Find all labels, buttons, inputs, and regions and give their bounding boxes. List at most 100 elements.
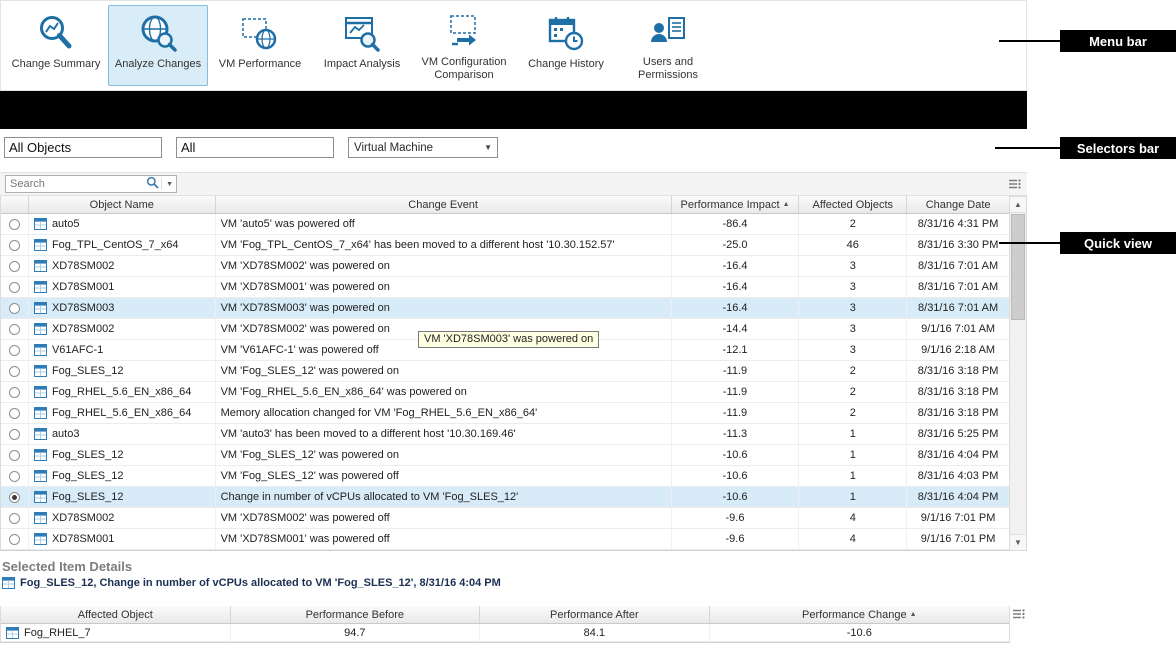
affected-object-text: Fog_RHEL_7 — [24, 627, 91, 639]
row-radio[interactable] — [9, 408, 20, 419]
annotation-line-menu-bar — [999, 40, 1060, 42]
scroll-up-icon[interactable]: ▲ — [1010, 197, 1026, 213]
menu-item-label: VM Configuration Comparison — [417, 56, 511, 84]
row-radio[interactable] — [9, 261, 20, 272]
search-box: ▼ — [5, 175, 177, 193]
row-radio[interactable] — [9, 345, 20, 356]
column-header-change-date[interactable]: Change Date — [907, 196, 1009, 213]
change-event-text: Change in number of vCPUs allocated to V… — [216, 487, 672, 507]
menu-item-vm-configuration-comparison[interactable]: VM Configuration Comparison — [414, 5, 514, 86]
change-event-text: VM 'XD78SM002' was powered on — [216, 256, 672, 276]
row-radio[interactable] — [9, 471, 20, 482]
affected-objects-text: 2 — [799, 214, 907, 234]
row-radio[interactable] — [9, 282, 20, 293]
table-row[interactable]: Fog_RHEL_5.6_EN_x86_64 Memory allocation… — [1, 403, 1009, 424]
menu-item-users-and-permissions[interactable]: Users and Permissions — [618, 5, 718, 86]
scroll-down-icon[interactable]: ▼ — [1010, 534, 1026, 550]
table-row[interactable]: Fog_RHEL_5.6_EN_x86_64 VM 'Fog_RHEL_5.6_… — [1, 382, 1009, 403]
vm-icon — [34, 302, 47, 314]
affected-objects-text: 2 — [799, 403, 907, 423]
sort-ascending-icon: ▲ — [910, 611, 917, 618]
vm-configuration-comparison-icon — [444, 10, 484, 54]
row-radio[interactable] — [9, 240, 20, 251]
row-radio[interactable] — [9, 219, 20, 230]
performance-impact-text: -11.9 — [672, 382, 800, 402]
affected-objects-text: 1 — [799, 487, 907, 507]
performance-change-value: -10.6 — [710, 624, 1009, 641]
performance-before-value: 94.7 — [231, 624, 481, 641]
column-header-performance-before[interactable]: Performance Before — [231, 606, 481, 623]
change-date-text: 8/31/16 4:04 PM — [907, 487, 1009, 507]
menu-item-change-summary[interactable]: Change Summary — [6, 5, 106, 86]
scrollbar-track[interactable] — [1010, 321, 1026, 534]
details-table-row[interactable]: Fog_RHEL_7 94.7 84.1 -10.6 — [1, 624, 1009, 642]
grid-options-icon[interactable] — [1012, 608, 1026, 620]
column-header-performance-change[interactable]: Performance Change ▲ — [710, 606, 1009, 623]
column-header-performance-after[interactable]: Performance After — [480, 606, 710, 623]
annotation-line-selectors-bar — [995, 147, 1060, 149]
object-type-dropdown[interactable]: Virtual Machine ▼ — [348, 137, 498, 158]
row-radio[interactable] — [9, 492, 20, 503]
table-row[interactable]: Fog_SLES_12 Change in number of vCPUs al… — [1, 487, 1009, 508]
grid-options-icon[interactable] — [1008, 178, 1022, 190]
users-and-permissions-icon — [648, 10, 688, 54]
vm-icon — [34, 260, 47, 272]
affected-objects-text: 46 — [799, 235, 907, 255]
table-row[interactable]: auto3 VM 'auto3' has been moved to a dif… — [1, 424, 1009, 445]
vm-icon — [34, 470, 47, 482]
sort-ascending-icon: ▲ — [783, 201, 790, 208]
row-radio[interactable] — [9, 387, 20, 398]
menu-item-vm-performance[interactable]: VM Performance — [210, 5, 310, 86]
search-icon[interactable] — [146, 176, 159, 192]
change-date-text: 8/31/16 5:25 PM — [907, 424, 1009, 444]
impact-analysis-icon — [342, 10, 382, 56]
column-header-performance-impact[interactable]: Performance Impact ▲ — [672, 196, 800, 213]
row-radio[interactable] — [9, 429, 20, 440]
vm-icon — [34, 323, 47, 335]
menu-item-analyze-changes[interactable]: Analyze Changes — [108, 5, 208, 86]
search-options-arrow-icon[interactable]: ▼ — [166, 181, 173, 188]
vm-icon — [34, 512, 47, 524]
table-row[interactable]: Fog_SLES_12 VM 'Fog_SLES_12' was powered… — [1, 361, 1009, 382]
row-radio[interactable] — [9, 324, 20, 335]
table-row[interactable]: Fog_TPL_CentOS_7_x64 VM 'Fog_TPL_CentOS_… — [1, 235, 1009, 256]
menu-item-change-history[interactable]: Change History — [516, 5, 616, 86]
row-radio[interactable] — [9, 534, 20, 545]
object-name-text: auto3 — [52, 428, 80, 440]
performance-impact-text: -16.4 — [672, 298, 800, 318]
table-row[interactable]: Fog_SLES_12 VM 'Fog_SLES_12' was powered… — [1, 445, 1009, 466]
object-name-text: auto5 — [52, 218, 80, 230]
menu-item-label: VM Performance — [219, 58, 302, 72]
row-radio[interactable] — [9, 513, 20, 524]
table-row[interactable]: XD78SM003 VM 'XD78SM003' was powered on … — [1, 298, 1009, 319]
table-row[interactable]: XD78SM002 VM 'XD78SM002' was powered on … — [1, 256, 1009, 277]
vertical-scrollbar[interactable]: ▲ ▼ — [1010, 196, 1027, 551]
table-row[interactable]: XD78SM002 VM 'XD78SM002' was powered off… — [1, 508, 1009, 529]
search-input[interactable] — [6, 178, 146, 190]
row-radio[interactable] — [9, 366, 20, 377]
selectors-bar: Virtual Machine ▼ — [0, 129, 1027, 164]
change-date-text: 8/31/16 3:18 PM — [907, 361, 1009, 381]
black-banner — [0, 91, 1027, 129]
column-header-affected-objects[interactable]: Affected Objects — [799, 196, 907, 213]
row-radio[interactable] — [9, 303, 20, 314]
table-row[interactable]: auto5 VM 'auto5' was powered off -86.4 2… — [1, 214, 1009, 235]
object-scope-input[interactable] — [4, 137, 162, 158]
category-input[interactable] — [176, 137, 334, 158]
vm-icon — [34, 428, 47, 440]
column-header-change-event[interactable]: Change Event — [216, 196, 672, 213]
object-name-text: Fog_SLES_12 — [52, 449, 124, 461]
affected-objects-text: 3 — [799, 340, 907, 360]
column-header-affected-object[interactable]: Affected Object — [1, 606, 231, 623]
table-row[interactable]: XD78SM001 VM 'XD78SM001' was powered off… — [1, 529, 1009, 550]
change-event-text: VM 'Fog_SLES_12' was powered off — [216, 466, 672, 486]
object-name-text: XD78SM002 — [52, 323, 114, 335]
menu-item-impact-analysis[interactable]: Impact Analysis — [312, 5, 412, 86]
annotation-menu-bar: Menu bar — [1060, 30, 1176, 52]
scrollbar-thumb[interactable] — [1011, 214, 1025, 320]
table-row[interactable]: XD78SM001 VM 'XD78SM001' was powered on … — [1, 277, 1009, 298]
row-radio[interactable] — [9, 450, 20, 461]
table-row[interactable]: Fog_SLES_12 VM 'Fog_SLES_12' was powered… — [1, 466, 1009, 487]
column-header-object-name[interactable]: Object Name — [29, 196, 216, 213]
selected-item-text: Fog_SLES_12, Change in number of vCPUs a… — [20, 577, 501, 589]
